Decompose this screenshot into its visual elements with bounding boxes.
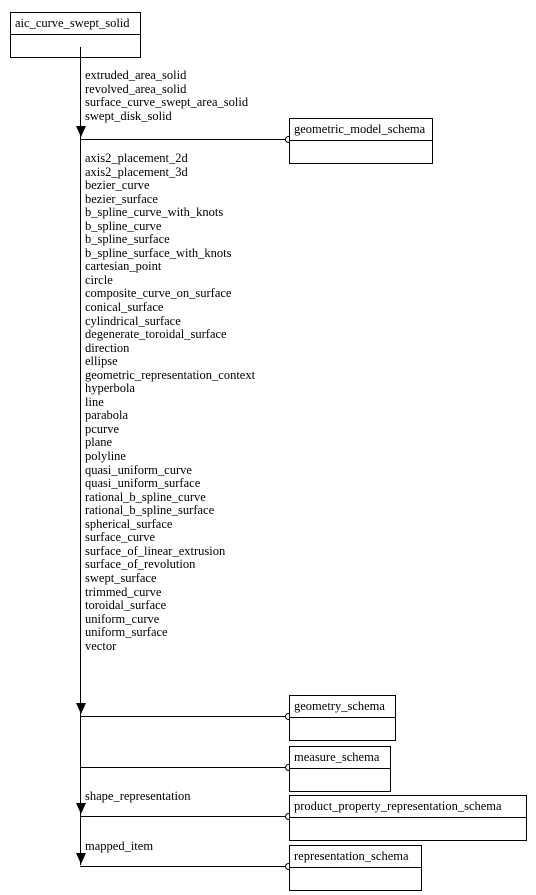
connector-line-geometric-model-schema bbox=[80, 139, 288, 140]
schema-box-title: geometry_schema bbox=[290, 696, 395, 718]
edge-label-mapped-item: mapped_item bbox=[85, 839, 154, 853]
entity-name: pcurve bbox=[85, 421, 120, 436]
entity-name: vector bbox=[85, 638, 117, 653]
entity-name: b_spline_surface_with_knots bbox=[85, 245, 232, 260]
schema-box-title: measure_schema bbox=[290, 747, 390, 769]
entity-name: extruded_area_solid bbox=[85, 68, 187, 82]
edge-label-shape-representation: shape_representation bbox=[85, 789, 191, 803]
root-schema-box[interactable]: aic_curve_swept_solid bbox=[10, 12, 141, 58]
entity-name: composite_curve_on_surface bbox=[85, 286, 232, 301]
entity-name: direction bbox=[85, 340, 130, 355]
entity-name: parabola bbox=[85, 408, 129, 423]
arrowhead-geometry-schema bbox=[76, 703, 86, 714]
schema-box-title: product_property_representation_schema bbox=[290, 796, 526, 818]
entity-name: uniform_surface bbox=[85, 625, 168, 640]
entity-name: surface_curve_swept_area_solid bbox=[85, 95, 249, 110]
entity-name: geometric_representation_context bbox=[85, 367, 256, 382]
entity-name: cylindrical_surface bbox=[85, 313, 181, 328]
entity-name: bezier_surface bbox=[85, 191, 158, 206]
schema-box-title: representation_schema bbox=[290, 846, 421, 868]
connector-line-measure-schema bbox=[80, 767, 288, 768]
entity-name: cartesian_point bbox=[85, 259, 162, 274]
entity-name: toroidal_surface bbox=[85, 598, 167, 613]
schema-box-body bbox=[290, 868, 421, 890]
schema-box-title: geometric_model_schema bbox=[290, 119, 432, 141]
entity-name: axis2_placement_2d bbox=[85, 151, 188, 165]
arrowhead-representation-schema bbox=[76, 853, 86, 864]
entity-name: b_spline_surface bbox=[85, 232, 170, 247]
entity-name: line bbox=[85, 394, 104, 409]
schema-box-product-property-representation-schema[interactable]: product_property_representation_schema bbox=[289, 795, 527, 841]
entity-name: conical_surface bbox=[85, 300, 164, 315]
entity-name: rational_b_spline_curve bbox=[85, 489, 206, 504]
entity-name: quasi_uniform_surface bbox=[85, 476, 201, 491]
entity-name: surface_of_revolution bbox=[85, 557, 196, 572]
schema-box-measure-schema[interactable]: measure_schema bbox=[289, 746, 391, 792]
entity-name: surface_curve bbox=[85, 530, 156, 545]
entity-name: trimmed_curve bbox=[85, 584, 162, 599]
connector-line-representation-schema bbox=[80, 866, 288, 867]
schema-box-body bbox=[290, 718, 395, 740]
schema-box-geometry-schema[interactable]: geometry_schema bbox=[289, 695, 396, 741]
entity-name: spherical_surface bbox=[85, 516, 173, 531]
arrowhead-geometric-model-schema bbox=[76, 126, 86, 137]
entity-name: quasi_uniform_curve bbox=[85, 462, 192, 477]
express-g-schema-diagram: aic_curve_swept_solid extruded_area_soli… bbox=[0, 0, 536, 895]
entity-name: surface_of_linear_extrusion bbox=[85, 543, 226, 558]
root-schema-box-body bbox=[11, 35, 140, 57]
entity-list-geometry-schema: axis2_placement_2d axis2_placement_3d be… bbox=[85, 151, 256, 653]
entity-name: uniform_curve bbox=[85, 611, 160, 626]
entity-name: hyperbola bbox=[85, 381, 135, 396]
entity-name: swept_disk_solid bbox=[85, 108, 172, 123]
spine-main bbox=[80, 47, 81, 865]
entity-name: axis2_placement_3d bbox=[85, 164, 188, 179]
connector-line-geometry-schema bbox=[80, 716, 288, 717]
entity-name: b_spline_curve bbox=[85, 218, 162, 233]
arrowhead-product-property-representation-schema bbox=[76, 803, 86, 814]
entity-name: bezier_curve bbox=[85, 178, 150, 193]
schema-box-body bbox=[290, 818, 526, 840]
entity-list-geometric-model-schema: extruded_area_solid revolved_area_solid … bbox=[85, 68, 249, 123]
schema-box-body bbox=[290, 769, 390, 791]
entity-name: ellipse bbox=[85, 354, 118, 369]
connector-line-product-property-representation-schema bbox=[80, 816, 288, 817]
entity-name: rational_b_spline_surface bbox=[85, 503, 215, 518]
entity-name: revolved_area_solid bbox=[85, 81, 187, 96]
schema-box-geometric-model-schema[interactable]: geometric_model_schema bbox=[289, 118, 433, 164]
schema-box-representation-schema[interactable]: representation_schema bbox=[289, 845, 422, 891]
entity-name: b_spline_curve_with_knots bbox=[85, 205, 224, 220]
entity-name: circle bbox=[85, 272, 113, 287]
entity-name: swept_surface bbox=[85, 570, 157, 585]
entity-name: degenerate_toroidal_surface bbox=[85, 327, 227, 342]
entity-name: polyline bbox=[85, 449, 126, 464]
entity-name: plane bbox=[85, 435, 113, 450]
schema-box-body bbox=[290, 141, 432, 163]
root-schema-box-title: aic_curve_swept_solid bbox=[11, 13, 140, 35]
